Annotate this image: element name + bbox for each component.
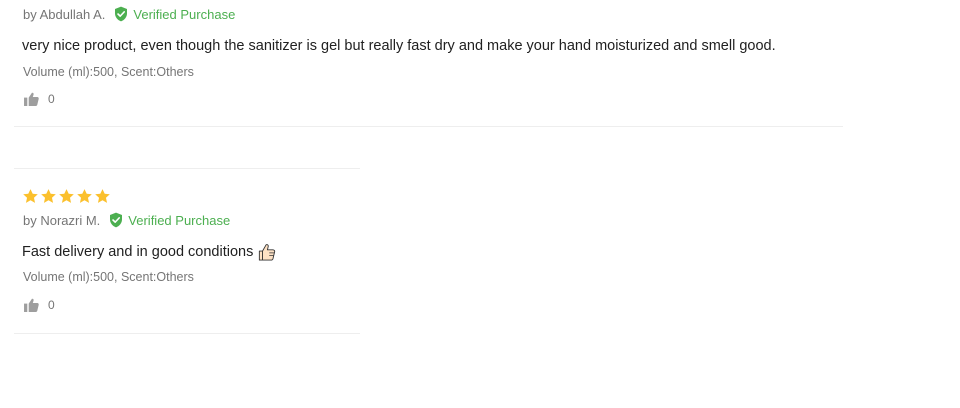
star-icon: [95, 189, 110, 203]
review-item: by Norazri M. Verified Purchase Fast del…: [14, 168, 360, 334]
review-item: by Abdullah A. Verified Purchase very ni…: [14, 0, 843, 127]
shield-check-icon: [115, 6, 128, 22]
like-button[interactable]: 0: [24, 92, 55, 106]
review-sku-info: Volume (ml):500, Scent:Others: [23, 270, 194, 284]
thumbs-up-icon: [24, 92, 39, 106]
like-count: 0: [48, 298, 55, 312]
like-count: 0: [48, 92, 55, 106]
review-author: by Abdullah A.: [23, 6, 106, 22]
verified-purchase-label: Verified Purchase: [133, 6, 236, 22]
verified-purchase-badge: Verified Purchase: [113, 5, 235, 23]
review-author-line: by Norazri M. Verified Purchase: [23, 211, 230, 229]
star-icon: [41, 189, 56, 203]
review-sku-info: Volume (ml):500, Scent:Others: [23, 65, 194, 79]
star-icon: [77, 189, 92, 203]
thumbs-up-emoji-icon: [259, 244, 276, 261]
review-content-row: Fast delivery and in good conditions: [22, 243, 276, 261]
review-author: by Norazri M.: [23, 212, 101, 228]
star-icon: [23, 189, 38, 203]
review-author-line: by Abdullah A. Verified Purchase: [23, 5, 235, 23]
review-content: Fast delivery and in good conditions: [22, 244, 254, 260]
like-button[interactable]: 0: [24, 298, 55, 312]
verified-purchase-label: Verified Purchase: [128, 212, 231, 228]
verified-purchase-badge: Verified Purchase: [108, 211, 230, 229]
shield-check-icon: [110, 212, 123, 228]
star-rating: [22, 188, 111, 206]
thumbs-up-icon: [24, 298, 39, 312]
review-content: very nice product, even though the sanit…: [22, 38, 776, 54]
star-icon: [59, 189, 74, 203]
